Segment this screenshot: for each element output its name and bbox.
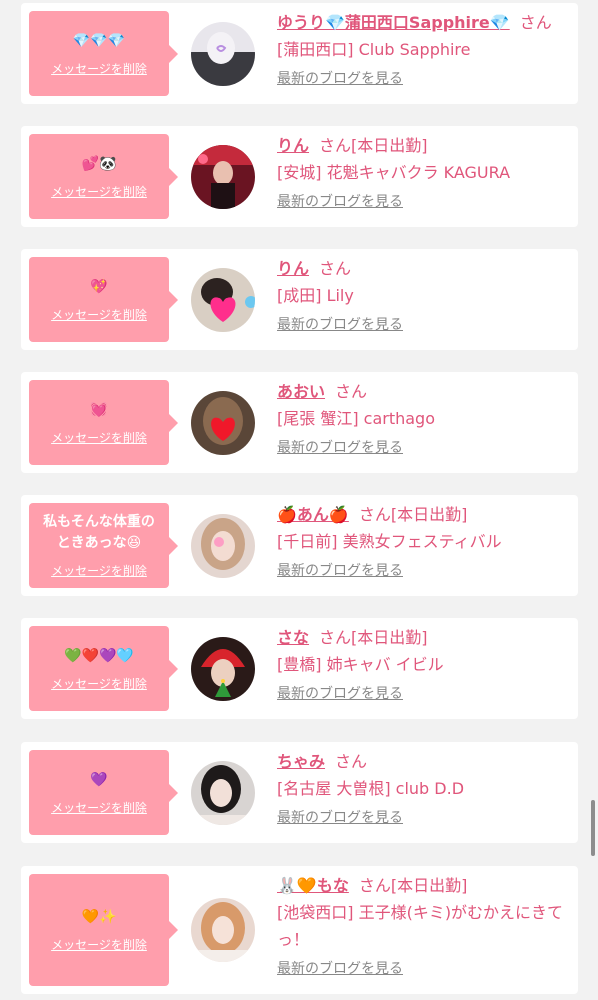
delete-message-link[interactable]: メッセージを削除 — [51, 60, 147, 77]
cast-name-link[interactable]: 🍎あん🍎 — [277, 505, 349, 524]
name-suffix: さん — [335, 382, 368, 401]
avatar[interactable] — [191, 898, 255, 962]
message-bubble: 💜 メッセージを削除 — [29, 750, 178, 835]
shop-info: [蒲田西口] Club Sapphire — [277, 40, 471, 59]
message-text: 💕🐼 — [81, 155, 117, 172]
avatar[interactable] — [191, 390, 255, 455]
scrollbar[interactable] — [591, 800, 595, 856]
shop-info: [尾張 蟹江] carthago — [277, 409, 436, 428]
shop-info: [千日前] 美熟女フェスティバル — [277, 532, 502, 551]
cast-name-link[interactable]: さな — [277, 628, 309, 647]
delete-message-link[interactable]: メッセージを削除 — [51, 936, 147, 953]
shop-info: [池袋西口] 王子様(キミ)がむかえにきてっ！ — [277, 903, 564, 949]
message-card: 私もそんな体重の ときあっな😆 メッセージを削除 🍎あん🍎 さん[本日出勤] [千… — [21, 495, 578, 596]
message-text: 💜 — [90, 771, 108, 788]
delete-message-link[interactable]: メッセージを削除 — [51, 429, 147, 446]
latest-blog-link[interactable]: 最新のブログを見る — [277, 191, 403, 211]
latest-blog-link[interactable]: 最新のブログを見る — [277, 683, 403, 703]
message-bubble: 私もそんな体重の ときあっな😆 メッセージを削除 — [29, 503, 178, 588]
message-bubble: 💓 メッセージを削除 — [29, 380, 178, 465]
delete-message-link[interactable]: メッセージを削除 — [51, 183, 147, 200]
latest-blog-link[interactable]: 最新のブログを見る — [277, 807, 403, 827]
avatar[interactable] — [191, 267, 255, 332]
message-bubble: 💖 メッセージを削除 — [29, 257, 178, 342]
name-suffix: さん[本日出勤] — [319, 628, 428, 647]
name-suffix: さん — [519, 13, 552, 32]
message-card: 💜 メッセージを削除 ちゃみ さん [名古屋 大曽根] club D.D 最新のブ… — [21, 742, 578, 843]
message-text: 💖 — [90, 278, 108, 295]
delete-message-link[interactable]: メッセージを削除 — [51, 675, 147, 692]
delete-message-link[interactable]: メッセージを削除 — [51, 306, 147, 323]
avatar[interactable] — [191, 636, 255, 701]
avatar[interactable] — [191, 513, 255, 578]
latest-blog-link[interactable]: 最新のブログを見る — [277, 958, 403, 978]
cast-name-link[interactable]: ゆうり💎蒲田西口Sapphire💎 — [277, 13, 510, 32]
latest-blog-link[interactable]: 最新のブログを見る — [277, 314, 403, 334]
message-bubble: 💕🐼 メッセージを削除 — [29, 134, 178, 219]
message-text: 私もそんな体重の ときあっな😆 — [43, 514, 155, 551]
avatar[interactable] — [191, 21, 255, 86]
message-text: 🧡✨ — [81, 909, 117, 925]
cast-name-link[interactable]: りん — [277, 136, 309, 155]
cast-name-link[interactable]: ちゃみ — [277, 752, 325, 771]
shop-info: [名古屋 大曽根] club D.D — [277, 779, 465, 798]
shop-info: [安城] 花魁キャバクラ KAGURA — [277, 163, 511, 182]
latest-blog-link[interactable]: 最新のブログを見る — [277, 560, 403, 580]
cast-name-link[interactable]: あおい — [277, 382, 325, 401]
message-card: 💕🐼 メッセージを削除 りん さん[本日出勤] [安城] 花魁キャバクラ KAGU… — [21, 126, 578, 227]
message-bubble: 💚❤️💜🩵 メッセージを削除 — [29, 626, 178, 711]
avatar[interactable] — [191, 760, 255, 825]
message-text: 💎💎💎 — [72, 32, 126, 49]
name-suffix: さん[本日出勤] — [319, 136, 428, 155]
message-card: 💎💎💎 メッセージを削除 ゆうり💎蒲田西口Sapphire💎 さん [蒲田西口] … — [21, 3, 578, 104]
avatar[interactable] — [191, 144, 255, 209]
latest-blog-link[interactable]: 最新のブログを見る — [277, 437, 403, 457]
shop-info: [豊橋] 姉キャバ イビル — [277, 655, 444, 674]
message-card: 💓 メッセージを削除 あおい さん [尾張 蟹江] carthago 最新のブログ… — [21, 372, 578, 473]
message-bubble: 🧡✨ メッセージを削除 — [29, 874, 178, 986]
name-suffix: さん — [335, 752, 368, 771]
message-card: 💚❤️💜🩵 メッセージを削除 さな さん[本日出勤] [豊橋] 姉キャバ イビル … — [21, 618, 578, 719]
message-card: 🧡✨ メッセージを削除 🐰🧡もな さん[本日出勤] [池袋西口] 王子様(キミ)が… — [21, 866, 578, 994]
delete-message-link[interactable]: メッセージを削除 — [51, 562, 147, 579]
message-text: 💚❤️💜🩵 — [64, 647, 134, 664]
name-suffix: さん[本日出勤] — [358, 876, 468, 895]
shop-info: [成田] Lily — [277, 286, 354, 305]
message-card: 💖 メッセージを削除 りん さん [成田] Lily 最新のブログを見る — [21, 249, 578, 350]
cast-name-link[interactable]: りん — [277, 259, 309, 278]
name-suffix: さん — [319, 259, 352, 278]
delete-message-link[interactable]: メッセージを削除 — [51, 799, 147, 816]
cast-name-link[interactable]: 🐰🧡もな — [277, 876, 349, 895]
message-text: 💓 — [90, 401, 108, 418]
latest-blog-link[interactable]: 最新のブログを見る — [277, 68, 403, 88]
message-bubble: 💎💎💎 メッセージを削除 — [29, 11, 178, 96]
name-suffix: さん[本日出勤] — [358, 505, 468, 524]
